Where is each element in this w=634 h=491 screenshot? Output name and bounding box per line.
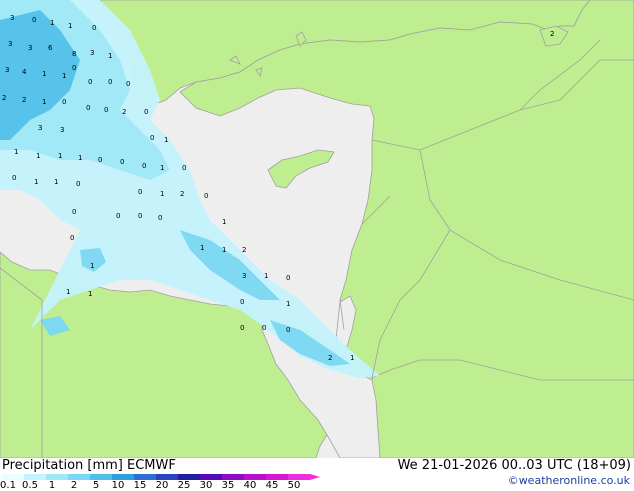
legend-label: 45	[265, 480, 279, 491]
precip-value-label: 0	[104, 106, 108, 114]
map-canvas: 3 0 1 1 03 3 68 3 13 4 1 100 0 02 2 1 00 0 2 03 30 11 1 1 1 0 0 0 1 0…	[0, 0, 634, 458]
map-footer: Precipitation [mm] ECMWF We 21-01-2026 0…	[0, 458, 634, 491]
precip-value-label: 0	[32, 16, 36, 24]
precip-value-label: 3	[8, 40, 12, 48]
precipitation-map: 3011033683134110000221000203301111100010…	[0, 0, 634, 458]
precip-value-label: 3	[28, 44, 32, 52]
precip-value-label: 1	[34, 178, 38, 186]
precip-value-label: 1	[108, 52, 112, 60]
precip-value-label: 1	[164, 136, 168, 144]
precip-value-label: 2	[2, 94, 6, 102]
legend-label: 25	[177, 480, 191, 491]
precip-value-label: 0	[204, 192, 208, 200]
legend-label: 50	[287, 480, 301, 491]
legend-label: 5	[92, 480, 100, 491]
precip-value-label: 1	[264, 272, 268, 280]
precip-value-label: 0	[286, 274, 290, 282]
legend-label: 40	[243, 480, 257, 491]
precip-value-label: 3	[10, 14, 14, 22]
precip-value-label: 1	[58, 152, 62, 160]
precip-value-label: 0	[72, 208, 76, 216]
precip-value-label: 2	[22, 96, 26, 104]
precip-value-label: 1	[286, 300, 290, 308]
precip-value-label: 0	[158, 214, 162, 222]
legend-label: 30	[199, 480, 213, 491]
precip-value-label: 1	[78, 154, 82, 162]
legend-label: 1	[48, 480, 56, 491]
precip-value-label: 3	[5, 66, 9, 74]
precip-value-label: 2	[122, 108, 126, 116]
legend-label: 0.5	[22, 480, 38, 491]
precip-value-label: 2	[550, 30, 554, 38]
precip-value-label: 0	[116, 212, 120, 220]
legend-label: 0.1	[0, 480, 16, 491]
precip-value-label: 6	[48, 44, 53, 52]
precip-value-label: 1	[54, 178, 58, 186]
precip-value-label: 0	[92, 24, 96, 32]
precip-value-label: 1	[200, 244, 204, 252]
precip-value-label: 1	[42, 98, 46, 106]
precip-value-label: 1	[222, 246, 226, 254]
precip-value-label: 1	[350, 354, 354, 362]
precip-value-label: 1	[160, 190, 164, 198]
precip-value-label: 2	[242, 246, 246, 254]
legend-label: 10	[111, 480, 125, 491]
precip-value-label: 0	[72, 64, 76, 72]
precip-value-label: 1	[90, 262, 94, 270]
precip-value-label: 0	[88, 78, 92, 86]
precip-value-label: 0	[144, 108, 148, 116]
precip-value-label: 8	[72, 50, 76, 58]
legend-label: 35	[221, 480, 235, 491]
map-title: Precipitation [mm] ECMWF	[2, 458, 176, 473]
precip-value-label: 0	[182, 164, 186, 172]
precip-value-label: 1	[160, 164, 164, 172]
legend-label: 15	[133, 480, 147, 491]
precip-value-label: 3	[60, 126, 64, 134]
precip-value-label: 1	[66, 288, 70, 296]
precip-value-label: 1	[42, 70, 46, 78]
legend-label: 20	[155, 480, 169, 491]
precip-value-label: 1	[36, 152, 40, 160]
precip-value-label: 0	[76, 180, 80, 188]
precip-value-label: 0	[126, 80, 130, 88]
precip-value-label: 1	[88, 290, 92, 298]
precip-value-label: 2	[328, 354, 332, 362]
precip-value-label: 4	[22, 68, 27, 76]
precip-value-label: 0	[240, 324, 244, 332]
precip-value-label: 3	[90, 49, 94, 57]
land-cyprus	[267, 149, 335, 189]
precip-value-label: 0	[142, 162, 146, 170]
precip-value-label: 0	[262, 324, 266, 332]
precip-value-label: 3	[242, 272, 246, 280]
precip-value-label: 0	[86, 104, 90, 112]
precip-value-label: 0	[108, 78, 112, 86]
valid-time: We 21-01-2026 00..03 UTC (18+09)	[397, 458, 631, 473]
precip-value-label: 0	[240, 298, 244, 306]
precip-value-label: 0	[286, 326, 290, 334]
precip-value-label: 0	[62, 98, 66, 106]
precip-value-label: 0	[70, 234, 74, 242]
precip-value-label: 2	[180, 190, 184, 198]
credit-link[interactable]: ©weatheronline.co.uk	[508, 474, 630, 487]
precip-value-label: 1	[62, 72, 66, 80]
precip-value-label: 0	[120, 158, 124, 166]
precip-value-label: 3	[38, 124, 42, 132]
precip-value-label: 0	[138, 212, 142, 220]
precip-value-label: 0	[12, 174, 16, 182]
precip-value-label: 0	[98, 156, 102, 164]
precip-value-label: 0	[150, 134, 154, 142]
legend-labels: 0.1 0.5 1 2 5 10 15 20 25 30 35 40 45 50	[0, 480, 340, 491]
precip-value-label: 1	[222, 218, 226, 226]
precip-value-label: 1	[50, 19, 54, 27]
legend-label: 2	[70, 480, 78, 491]
precip-value-label: 0	[138, 188, 142, 196]
precip-value-label: 1	[68, 22, 72, 30]
precip-value-label: 1	[14, 148, 18, 156]
